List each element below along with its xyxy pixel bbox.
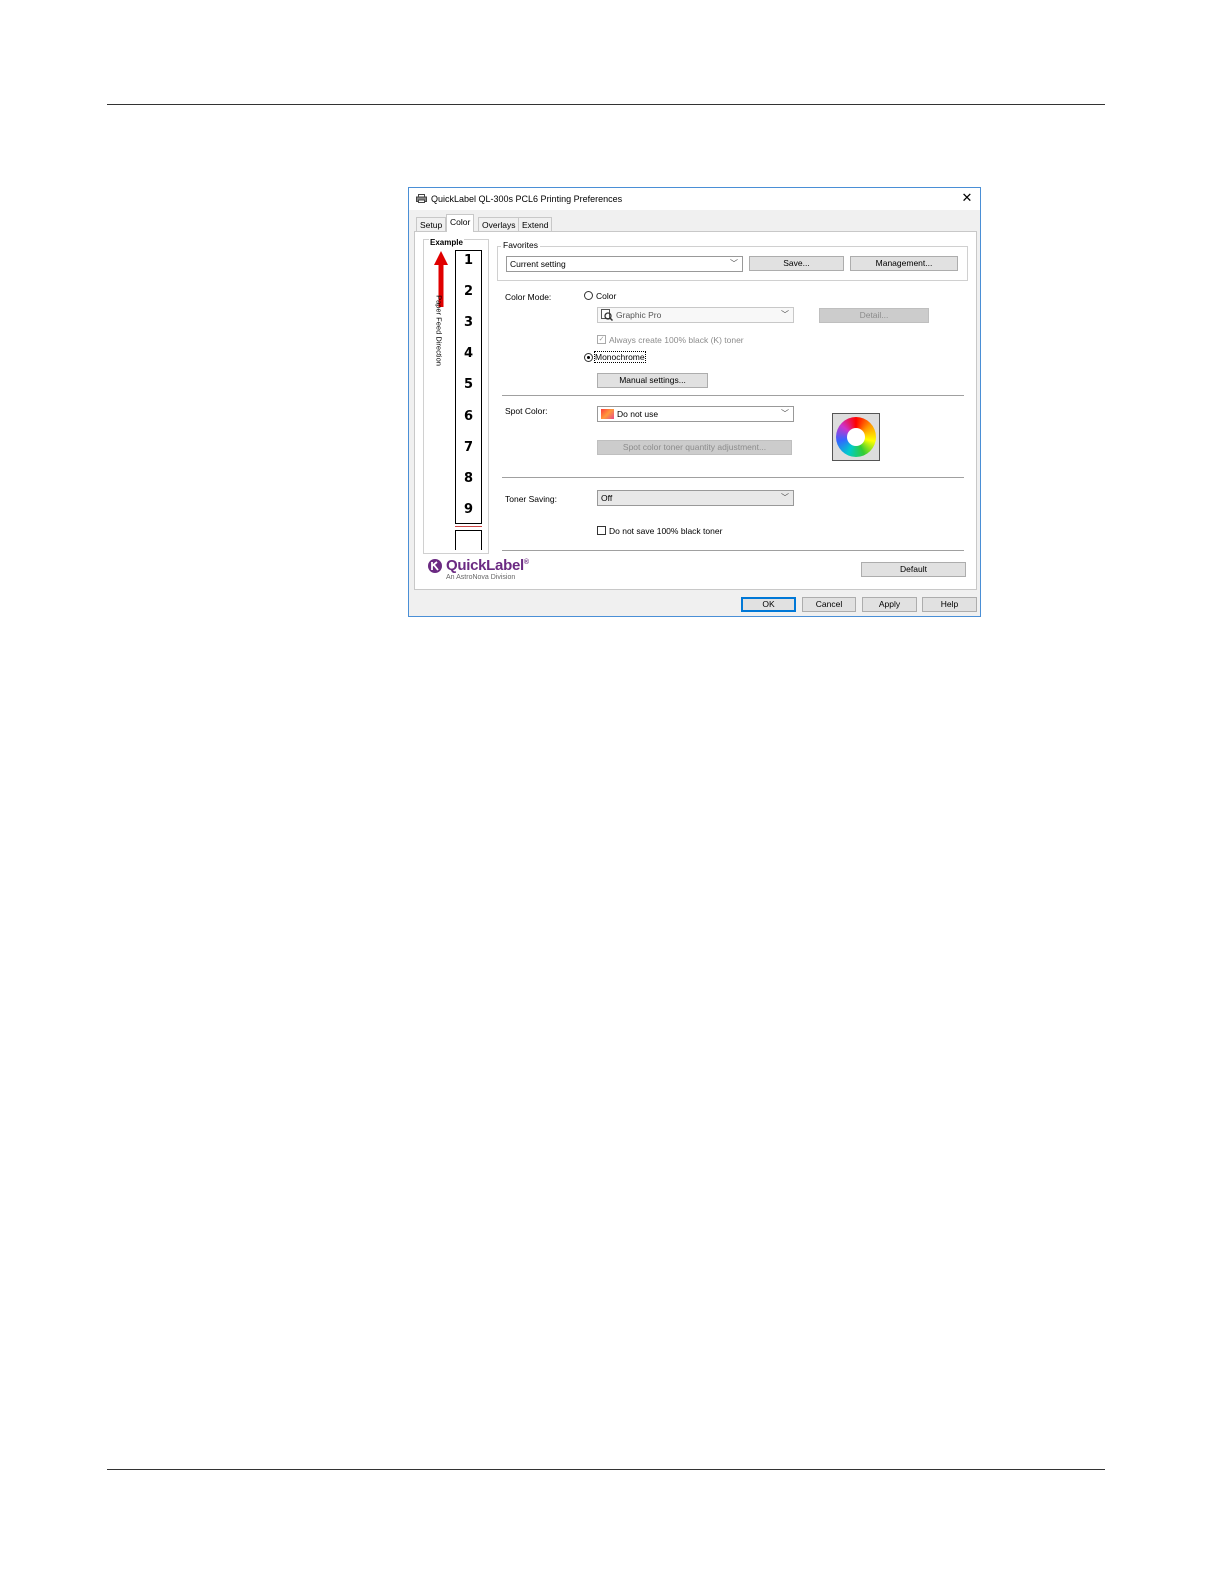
monochrome-radio[interactable]: [584, 353, 593, 362]
page-bottom-rule: [107, 1469, 1105, 1470]
page-number: 6: [463, 409, 474, 424]
toner-saving-label: Toner Saving:: [505, 494, 557, 504]
detail-button[interactable]: Detail...: [819, 308, 929, 323]
management-button[interactable]: Management...: [850, 256, 958, 271]
paper-feed-direction-label: Paper Feed Direction: [434, 295, 444, 366]
next-page-preview: [455, 530, 482, 550]
logo-subtitle: An AstroNova Division: [446, 574, 516, 581]
save-favorite-button[interactable]: Save...: [749, 256, 844, 271]
tab-label: Color: [450, 217, 471, 227]
title-bar[interactable]: QuickLabel QL-300s PCL6 Printing Prefere…: [409, 188, 980, 210]
close-icon[interactable]: ✕: [960, 191, 974, 205]
spot-color-select[interactable]: Do not use ﹀: [597, 406, 794, 422]
page-number: 3: [463, 315, 474, 330]
favorites-select[interactable]: Current setting ﹀: [506, 256, 743, 272]
page-number: 5: [463, 377, 474, 392]
paper-strip: 1 2 3 4 5 6 7 8 9: [455, 250, 482, 524]
tab-setup[interactable]: Setup: [416, 217, 447, 232]
section-divider: [502, 550, 964, 551]
tab-label: Setup: [420, 220, 443, 230]
spot-color-label: Spot Color:: [505, 406, 548, 416]
favorites-legend: Favorites: [501, 240, 540, 250]
color-mode-label: Color Mode:: [505, 292, 552, 302]
page-separator: [455, 526, 482, 527]
color-radio[interactable]: [584, 291, 593, 300]
section-divider: [502, 477, 964, 478]
manual-settings-button[interactable]: Manual settings...: [597, 373, 708, 388]
toner-saving-select[interactable]: Off ﹀: [597, 490, 794, 506]
chevron-down-icon: ﹀: [781, 493, 789, 502]
always-black-checkbox[interactable]: ✓: [597, 335, 606, 344]
printer-icon: [416, 194, 427, 203]
color-profile-select[interactable]: Graphic Pro ﹀: [597, 307, 794, 323]
page-number: 2: [463, 284, 474, 299]
spot-color-adjust-button[interactable]: Spot color toner quantity adjustment...: [597, 440, 792, 455]
page-top-rule: [107, 104, 1105, 105]
page-number: 4: [463, 346, 474, 361]
chevron-down-icon: ﹀: [730, 259, 738, 268]
printing-preferences-dialog: QuickLabel QL-300s PCL6 Printing Prefere…: [408, 187, 981, 617]
toner-saving-value: Off: [601, 493, 613, 503]
window-title: QuickLabel QL-300s PCL6 Printing Prefere…: [431, 194, 623, 204]
page-number: 9: [463, 502, 474, 517]
default-button[interactable]: Default: [861, 562, 966, 577]
section-divider: [502, 395, 964, 396]
logo-name: QuickLabel: [446, 557, 524, 574]
color-wheel-center: [847, 428, 865, 446]
spot-color-value: Do not use: [617, 409, 659, 419]
tab-overlays[interactable]: Overlays: [478, 217, 520, 232]
tab-label: Overlays: [482, 220, 516, 230]
color-option-label: Color: [596, 291, 617, 301]
monochrome-option-label: Monochrome: [594, 351, 646, 363]
no-save-black-checkbox[interactable]: [597, 526, 606, 535]
color-profile-icon: [601, 309, 613, 321]
ok-button[interactable]: OK: [741, 597, 796, 612]
page-number: 8: [463, 471, 474, 486]
page-number: 7: [463, 440, 474, 455]
logo-wordmark: QuickLabel®: [446, 557, 529, 574]
spot-color-preview: [832, 413, 880, 461]
favorites-selected-value: Current setting: [510, 259, 566, 269]
tab-color[interactable]: Color: [446, 214, 475, 232]
apply-button[interactable]: Apply: [862, 597, 917, 612]
chevron-down-icon: ﹀: [781, 409, 789, 418]
color-profile-value: Graphic Pro: [616, 310, 662, 320]
example-title: Example: [429, 238, 464, 247]
always-black-label: Always create 100% black (K) toner: [609, 335, 744, 345]
page-number: 1: [463, 253, 474, 268]
tab-extend[interactable]: Extend: [518, 217, 553, 232]
quicklabel-logo-icon: [428, 559, 442, 573]
tab-label: Extend: [522, 220, 549, 230]
logo-trademark: ®: [523, 559, 529, 566]
chevron-down-icon: ﹀: [781, 310, 789, 319]
help-button[interactable]: Help: [922, 597, 977, 612]
no-save-black-label: Do not save 100% black toner: [609, 526, 723, 536]
spot-color-swatch-icon: [601, 409, 614, 419]
cancel-button[interactable]: Cancel: [802, 597, 856, 612]
